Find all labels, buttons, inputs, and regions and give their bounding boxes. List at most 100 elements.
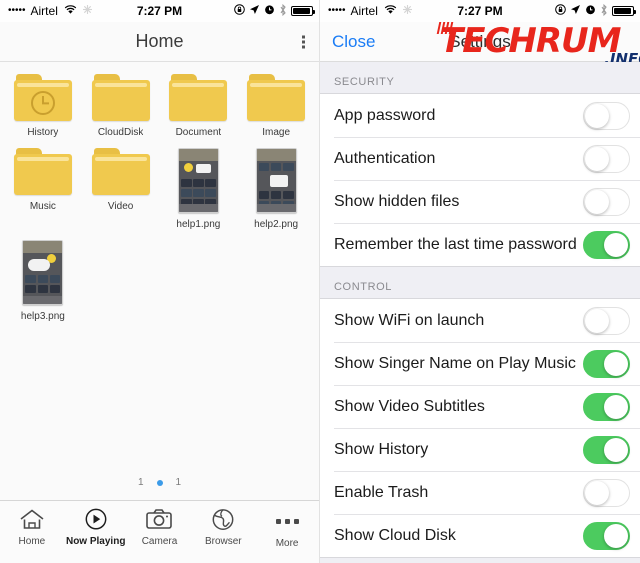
file-manager-screen: ••••• Airtel 7:27 PM Home History CloudD… <box>0 0 320 563</box>
alarm-clock-icon <box>585 4 596 18</box>
setting-row-show-cloud-disk[interactable]: Show Cloud Disk <box>320 514 640 557</box>
battery-icon <box>291 6 315 16</box>
file-item-music[interactable]: Music <box>4 148 82 230</box>
page-title: Home <box>135 31 184 51</box>
battery-icon <box>612 6 636 16</box>
file-item-image[interactable]: Image <box>237 74 315 138</box>
folder-icon <box>13 148 72 195</box>
toggle-show-singer-name[interactable] <box>583 349 630 378</box>
setting-label: Show Singer Name on Play Music <box>334 354 576 372</box>
settings-navigation-bar: Close Settings TECHRUM .INFO <box>320 21 640 67</box>
file-item-help1[interactable]: help1.png <box>160 148 238 230</box>
file-label: Music <box>29 201 56 212</box>
status-bar-left: ••••• Airtel 7:27 PM <box>0 0 319 22</box>
file-item-history[interactable]: History <box>4 74 82 138</box>
image-thumbnail <box>22 240 64 305</box>
tab-label: Browser <box>204 536 242 547</box>
status-bar-right-group <box>234 3 315 19</box>
toggle-enable-trash[interactable] <box>583 478 630 507</box>
settings-screen: ••••• Airtel 7:27 PM Close Settings TECH… <box>320 0 640 563</box>
alarm-clock-icon <box>264 4 275 18</box>
play-circle-icon <box>85 508 107 530</box>
setting-row-enable-trash[interactable]: Enable Trash <box>320 471 640 514</box>
setting-row-show-wifi-on-launch[interactable]: Show WiFi on launch <box>320 299 640 342</box>
setting-row-remember-password[interactable]: Remember the last time password <box>320 223 640 266</box>
setting-row-app-password[interactable]: App password <box>320 94 640 137</box>
left-navigation-bar: Home <box>0 22 319 62</box>
status-bar-right-group <box>555 3 636 19</box>
setting-label: Authentication <box>334 149 436 167</box>
signal-dots-icon: ••••• <box>8 5 26 16</box>
location-arrow-icon <box>570 4 581 18</box>
tab-more[interactable]: More <box>255 508 319 549</box>
setting-label: Show WiFi on launch <box>334 311 485 329</box>
setting-label: Enable Trash <box>334 483 429 501</box>
file-label: help1.png <box>176 219 221 230</box>
folder-icon <box>91 74 150 121</box>
toggle-app-password[interactable] <box>583 101 630 130</box>
file-grid-area: History CloudDisk Document Image Music V… <box>0 62 319 500</box>
section-header-security: SECURITY <box>334 76 395 88</box>
status-bar-left-group: ••••• Airtel <box>8 4 93 18</box>
folder-icon <box>247 74 306 121</box>
rotation-lock-icon <box>555 4 566 18</box>
setting-row-show-history[interactable]: Show History <box>320 428 640 471</box>
file-item-help2[interactable]: help2.png <box>237 148 315 230</box>
section-header-control: CONTROL <box>334 281 392 293</box>
dual-screenshot-container: ••••• Airtel 7:27 PM Home History CloudD… <box>0 0 640 563</box>
toggle-show-hidden-files[interactable] <box>583 187 630 216</box>
file-label: help2.png <box>254 219 299 230</box>
page-number-right: 1 <box>175 477 182 488</box>
setting-row-show-hidden-files[interactable]: Show hidden files <box>320 180 640 223</box>
bottom-tab-bar: Home Now Playing Camera Browser More <box>0 500 319 563</box>
toggle-show-history[interactable] <box>583 435 630 464</box>
status-bar-right: ••••• Airtel 7:27 PM <box>320 0 640 22</box>
sync-icon <box>402 4 413 18</box>
file-item-clouddisk[interactable]: CloudDisk <box>82 74 160 138</box>
tab-label: Camera <box>141 536 178 547</box>
watermark-ticks-icon <box>436 22 454 34</box>
toggle-show-video-subtitles[interactable] <box>583 392 630 421</box>
tab-browser[interactable]: Browser <box>191 508 255 547</box>
tab-now-playing[interactable]: Now Playing <box>64 508 128 547</box>
file-label: CloudDisk <box>97 127 144 138</box>
toggle-show-cloud-disk[interactable] <box>583 521 630 550</box>
file-item-document[interactable]: Document <box>160 74 238 138</box>
file-label: History <box>27 127 59 138</box>
toggle-remember-password[interactable] <box>583 230 630 259</box>
image-thumbnail <box>255 148 297 213</box>
page-number-left: 1 <box>137 477 144 488</box>
setting-label: Show History <box>334 440 429 458</box>
location-arrow-icon <box>249 4 260 18</box>
file-item-video[interactable]: Video <box>82 148 160 230</box>
file-item-help3[interactable]: help3.png <box>4 240 82 322</box>
setting-row-authentication[interactable]: Authentication <box>320 137 640 180</box>
folder-clock-icon <box>13 74 72 121</box>
security-section: App password Authentication Show hidden … <box>320 93 640 267</box>
bluetooth-icon <box>279 3 287 19</box>
status-bar-left-group: ••••• Airtel <box>328 4 413 18</box>
close-button[interactable]: Close <box>332 32 375 52</box>
tab-label: Home <box>18 536 46 547</box>
tab-home[interactable]: Home <box>0 508 64 547</box>
file-label: Image <box>262 127 291 138</box>
toggle-show-wifi-on-launch[interactable] <box>583 306 630 335</box>
setting-label: Show hidden files <box>334 192 460 210</box>
image-thumbnail <box>177 148 219 213</box>
setting-row-show-singer-name[interactable]: Show Singer Name on Play Music <box>320 342 640 385</box>
toggle-authentication[interactable] <box>583 144 630 173</box>
globe-icon <box>212 509 234 530</box>
sync-icon <box>82 4 93 18</box>
tab-label: More <box>275 538 299 549</box>
folder-icon <box>169 74 228 121</box>
camera-icon <box>146 509 173 529</box>
file-label: help3.png <box>20 311 65 322</box>
watermark-main: TECHRUM <box>440 21 621 61</box>
setting-label: App password <box>334 106 436 124</box>
tab-camera[interactable]: Camera <box>128 508 192 547</box>
kebab-menu-icon[interactable] <box>302 35 305 48</box>
file-label: Document <box>175 127 222 138</box>
setting-row-show-video-subtitles[interactable]: Show Video Subtitles <box>320 385 640 428</box>
page-dot-active[interactable] <box>156 479 163 486</box>
carrier-label: Airtel <box>30 4 58 18</box>
